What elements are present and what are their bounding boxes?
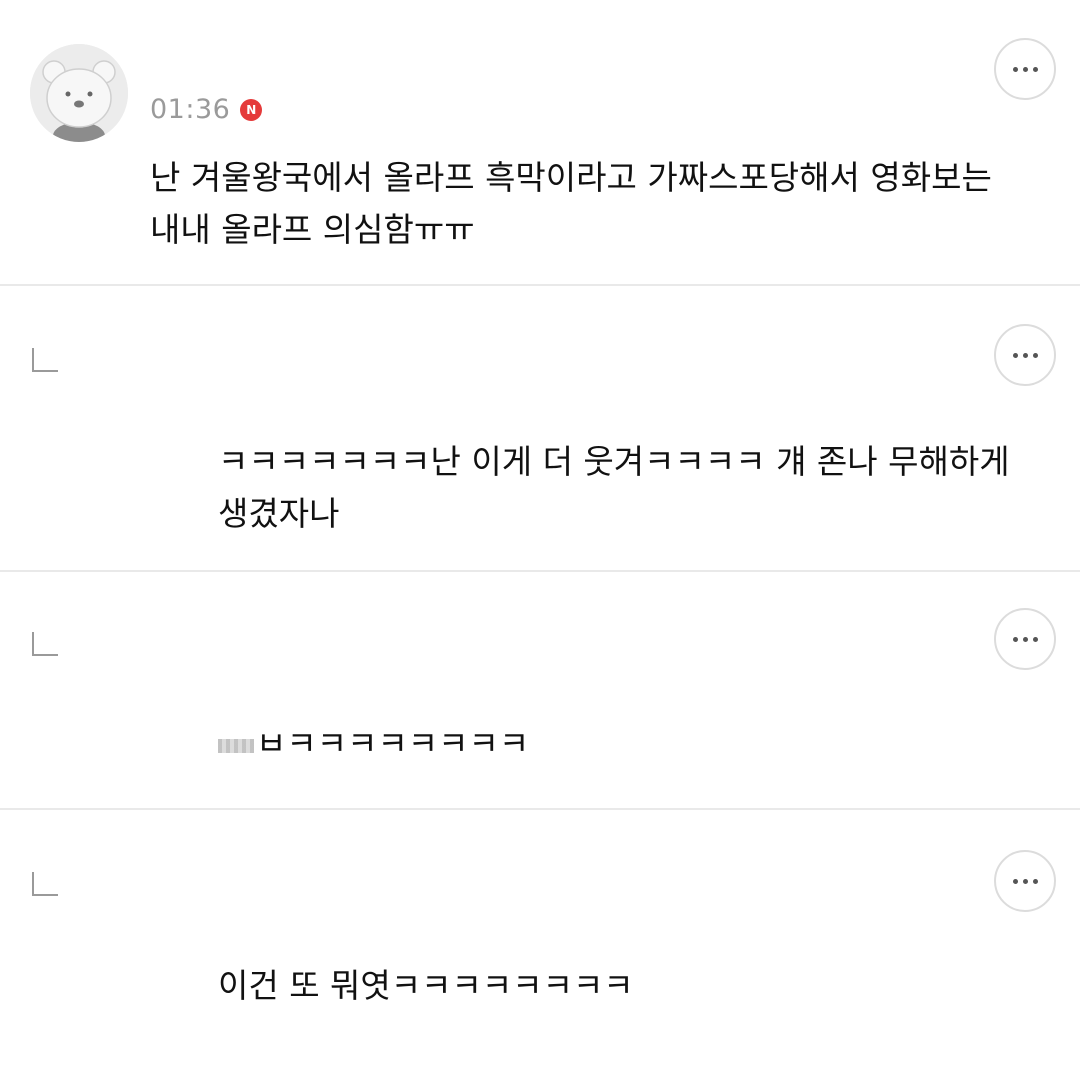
- new-badge: N: [240, 98, 263, 121]
- more-options-button[interactable]: [994, 608, 1056, 670]
- more-dots-icon: [1012, 878, 1038, 884]
- reply-arrow-icon: [32, 348, 58, 372]
- reply-item: ㅂㅋㅋㅋㅋㅋㅋㅋㅋ: [0, 572, 1080, 808]
- comment-text: 난 겨울왕국에서 올라프 흑막이라고 가짜스포당해서 영화보는 내내 올라프 의…: [150, 158, 992, 249]
- reply-arrow-icon: [32, 632, 58, 656]
- more-options-button[interactable]: [994, 38, 1056, 100]
- reply-item: 이건 또 뭐엿ㅋㅋㅋㅋㅋㅋㅋㅋ: [0, 810, 1080, 1080]
- reply-text-wrapper: ㅂㅋㅋㅋㅋㅋㅋㅋㅋ: [218, 718, 1038, 770]
- reply-text: ㅋㅋㅋㅋㅋㅋㅋ난 이게 더 웃겨ㅋㅋㅋㅋ 걔 존나 무해하게 생겼자나: [218, 442, 1010, 533]
- reply-text: 이건 또 뭐엿ㅋㅋㅋㅋㅋㅋㅋㅋ: [218, 966, 634, 1005]
- comment-item: 01:36 N 난 겨울왕국에서 올라프 흑막이라고 가짜스포당해서 영화보는 …: [0, 0, 1080, 284]
- more-options-button[interactable]: [994, 324, 1056, 386]
- reply-text: ㅂㅋㅋㅋㅋㅋㅋㅋㅋ: [256, 724, 530, 763]
- comment-time: 01:36: [150, 94, 231, 125]
- reply-item: ㅋㅋㅋㅋㅋㅋㅋ난 이게 더 웃겨ㅋㅋㅋㅋ 걔 존나 무해하게 생겼자나: [0, 286, 1080, 570]
- blurred-name: [218, 738, 254, 753]
- reply-arrow-icon: [32, 872, 58, 896]
- more-dots-icon: [1012, 66, 1038, 72]
- bear-avatar-icon[interactable]: [30, 44, 128, 142]
- more-dots-icon: [1012, 352, 1038, 358]
- comment-meta: 01:36 N: [150, 94, 263, 125]
- more-options-button[interactable]: [994, 850, 1056, 912]
- more-dots-icon: [1012, 636, 1038, 642]
- comment-thread: 01:36 N 난 겨울왕국에서 올라프 흑막이라고 가짜스포당해서 영화보는 …: [0, 0, 1080, 1080]
